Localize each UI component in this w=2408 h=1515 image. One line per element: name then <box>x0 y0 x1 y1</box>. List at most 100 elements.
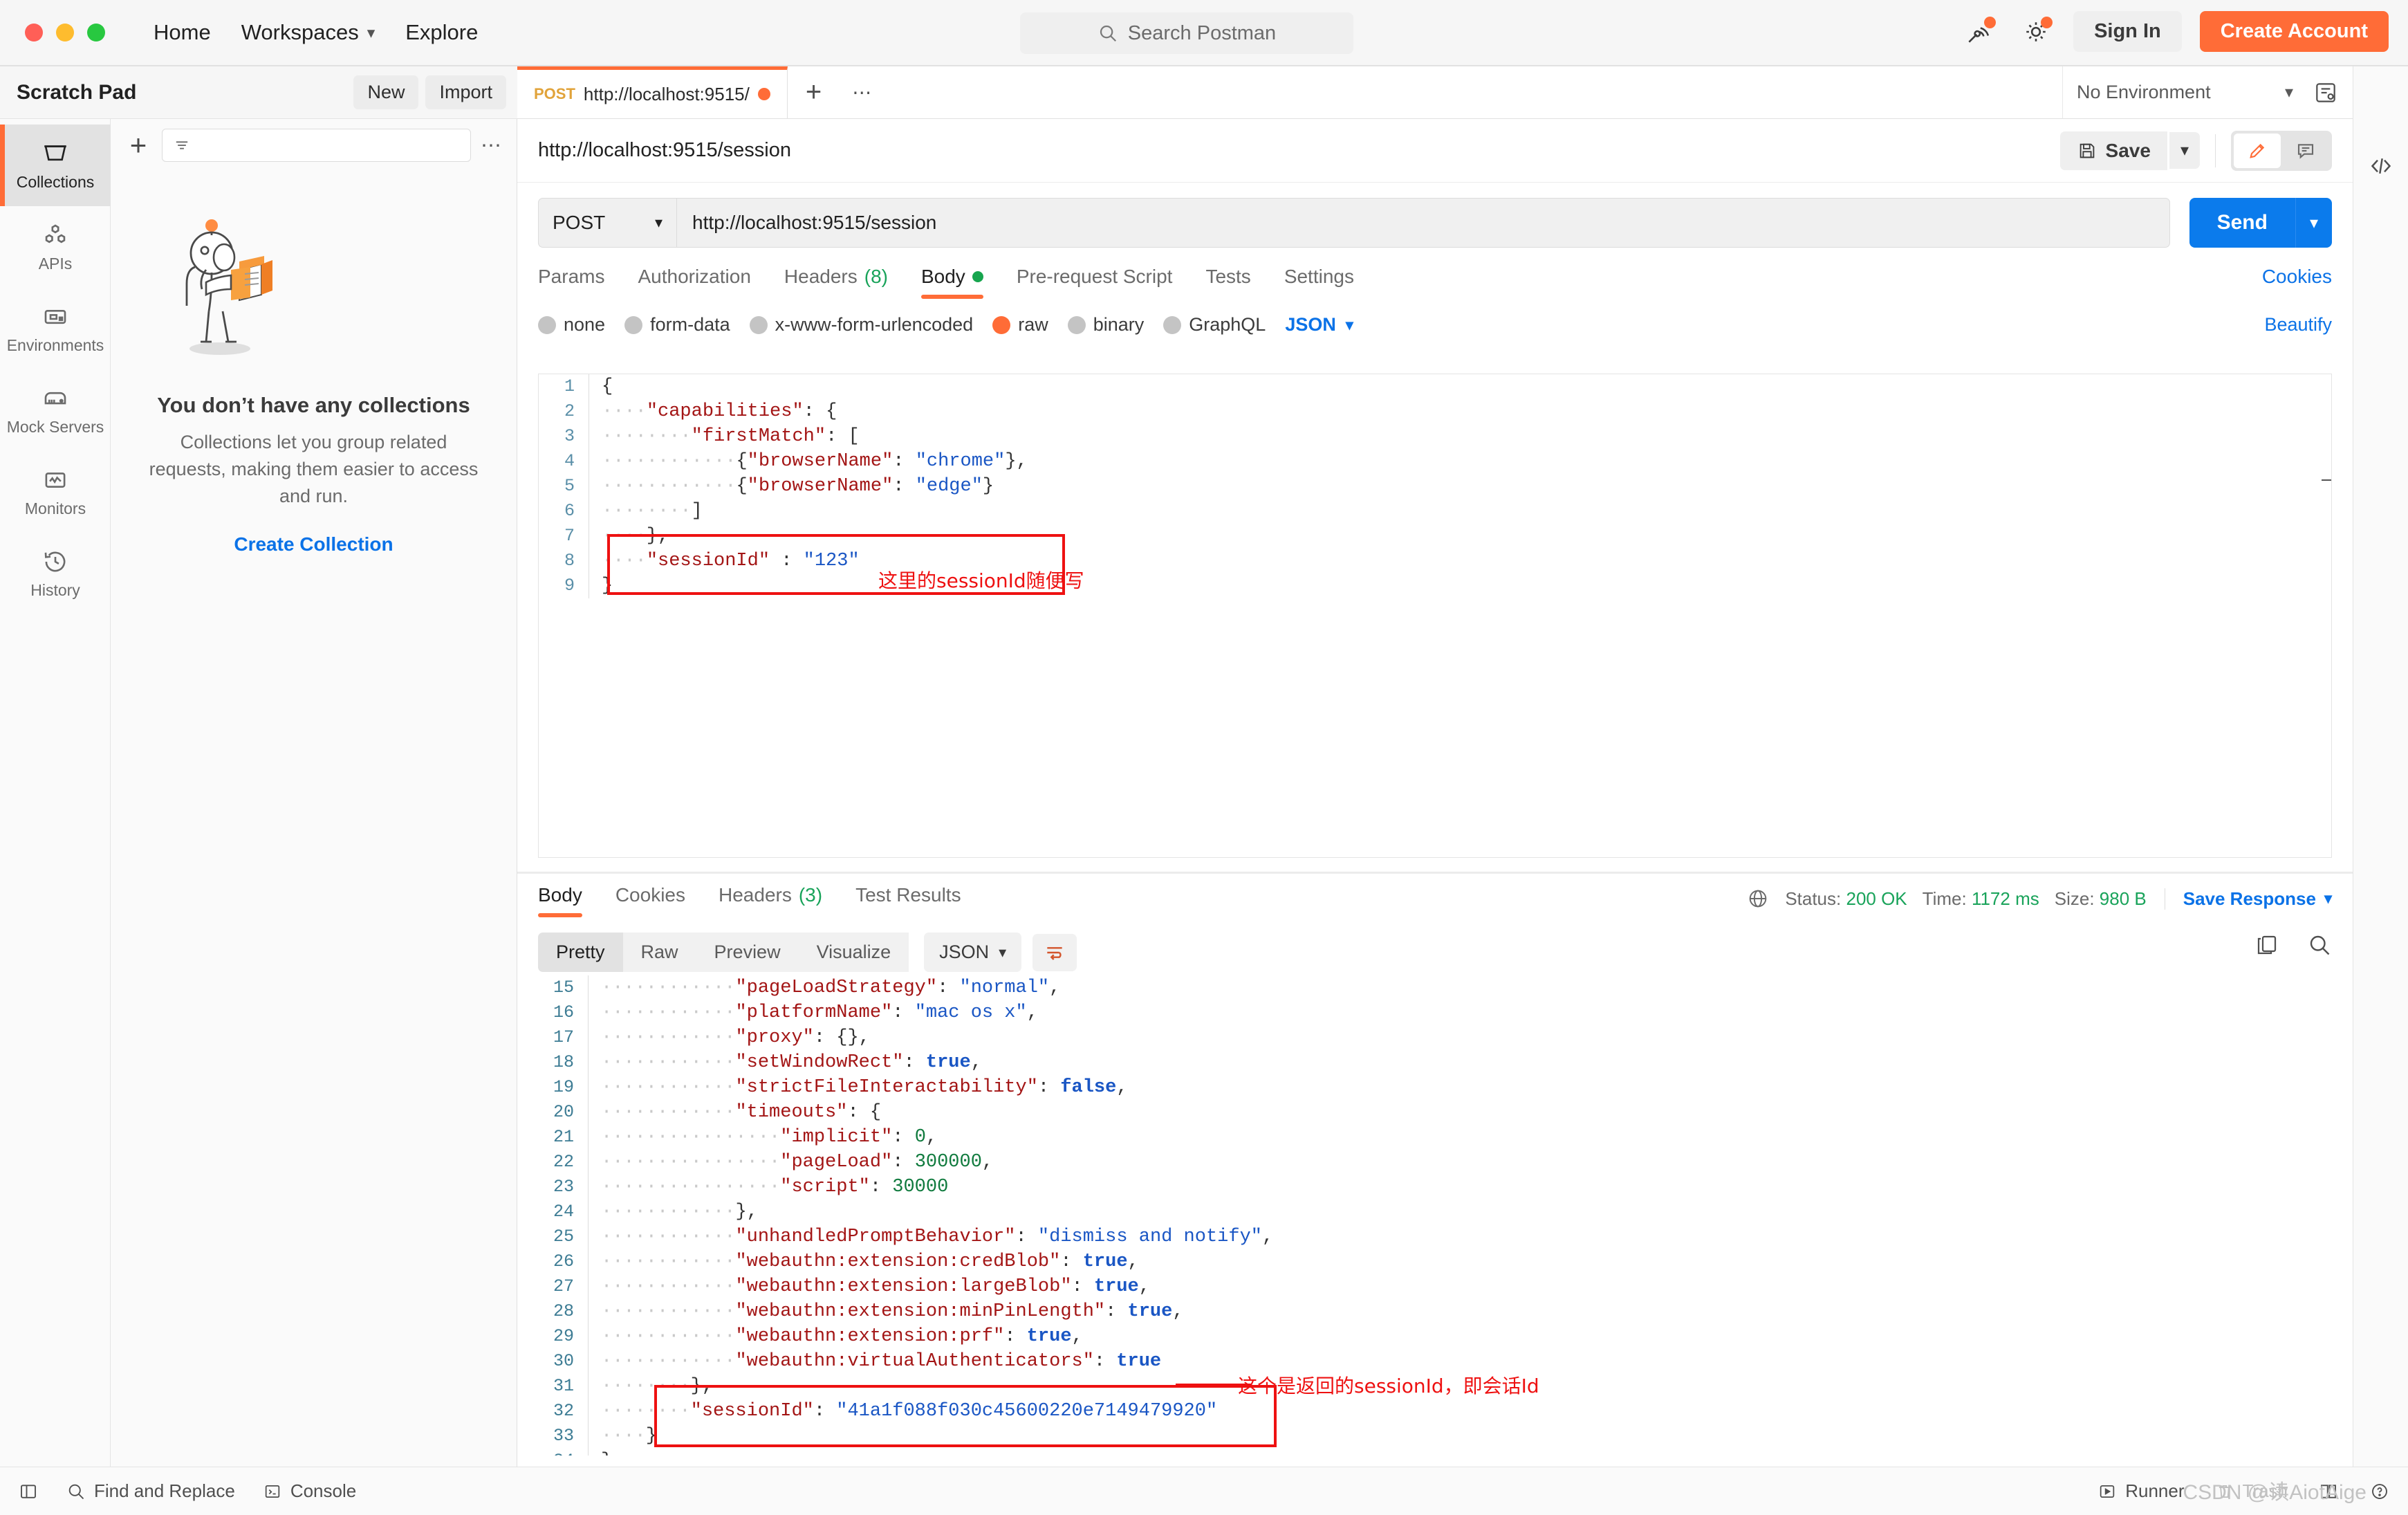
view-tab-pretty[interactable]: Pretty <box>538 933 623 972</box>
body-type-urlencoded[interactable]: x-www-form-urlencoded <box>749 314 973 336</box>
line-content: ····}, <box>589 524 2331 549</box>
create-account-button[interactable]: Create Account <box>2199 11 2389 52</box>
nav-workspaces[interactable]: Workspaces ▾ <box>226 20 391 45</box>
code-snippet-icon[interactable] <box>2367 152 2395 180</box>
view-tab-raw[interactable]: Raw <box>622 933 696 972</box>
request-body-editor[interactable]: 1{2 ····"capabilities": {3 ········"firstM… <box>538 374 2332 858</box>
environment-selector[interactable]: No Environment <box>2077 82 2278 103</box>
sidebar-toggle-button[interactable] <box>18 1481 39 1502</box>
response-tab-headers[interactable]: Headers (3) <box>702 884 839 917</box>
response-tab-test-results[interactable]: Test Results <box>839 884 978 917</box>
line-content: ····"capabilities": { <box>589 399 2331 424</box>
sidebar-item-collections[interactable]: Collections <box>0 125 111 206</box>
tab-authorization[interactable]: Authorization <box>621 266 767 299</box>
tab-settings[interactable]: Settings <box>1268 266 1371 299</box>
runner-button[interactable]: Runner <box>2097 1480 2185 1502</box>
send-button[interactable]: Send <box>2189 198 2295 248</box>
editor-scroll-indicator[interactable] <box>2322 479 2331 481</box>
tab-settings-label: Settings <box>1284 266 1354 287</box>
add-collection-button[interactable]: + <box>124 131 152 160</box>
tab-options-button[interactable]: ⋯ <box>840 66 886 118</box>
collections-more-button[interactable]: ⋯ <box>481 134 503 158</box>
gear-icon[interactable] <box>2017 12 2055 51</box>
response-tabs: Body Cookies Headers (3) Test Results <box>538 884 978 917</box>
sidebar-item-history[interactable]: History <box>0 533 111 614</box>
code-line: 3 ········"firstMatch": [ <box>539 424 2331 449</box>
time-label: Time: 1172 ms <box>1923 888 2039 910</box>
tab-params-label: Params <box>538 266 605 287</box>
tab-body[interactable]: Body <box>905 266 1000 299</box>
close-window-button[interactable] <box>25 24 43 42</box>
beautify-button[interactable]: Beautify <box>2264 314 2332 336</box>
new-tab-button[interactable]: + <box>787 66 840 118</box>
save-response-button[interactable]: Save Response ▾ <box>2164 888 2332 910</box>
filter-input[interactable] <box>162 129 471 162</box>
chevron-down-icon[interactable]: ▾ <box>2285 82 2293 102</box>
view-tab-preview[interactable]: Preview <box>696 933 799 972</box>
line-content: ············"proxy": {}, <box>588 1025 2332 1050</box>
find-and-replace-label: Find and Replace <box>94 1480 235 1501</box>
url-value: http://localhost:9515/session <box>692 212 937 233</box>
sidebar-item-monitors[interactable]: Monitors <box>0 451 111 533</box>
line-content: } <box>589 573 2331 598</box>
send-options-button[interactable]: ▾ <box>2295 198 2332 248</box>
body-type-row: none form-data x-www-form-urlencoded raw… <box>517 299 2353 336</box>
nav-home[interactable]: Home <box>138 20 226 45</box>
create-collection-link[interactable]: Create Collection <box>234 533 393 556</box>
trash-button[interactable]: Trash <box>2215 1480 2288 1502</box>
body-type-form-data[interactable]: form-data <box>624 314 730 336</box>
collections-icon <box>41 139 70 168</box>
edit-mode-button[interactable] <box>2234 133 2281 168</box>
line-content: ····} <box>588 1424 2332 1449</box>
history-icon <box>41 547 70 576</box>
nav-explore[interactable]: Explore <box>390 20 493 45</box>
request-body-code[interactable]: 1{2 ····"capabilities": {3 ········"firstM… <box>539 374 2331 598</box>
settings-badge <box>2041 16 2053 28</box>
view-tab-visualize[interactable]: Visualize <box>798 933 909 972</box>
body-type-binary[interactable]: binary <box>1067 314 1144 336</box>
layout-toggle-button[interactable] <box>2318 1481 2339 1502</box>
environment-quick-look-icon[interactable] <box>2313 80 2339 106</box>
search-input[interactable]: Search Postman <box>1020 12 1353 54</box>
save-options-button[interactable]: ▾ <box>2169 132 2200 169</box>
body-type-raw[interactable]: raw <box>992 314 1048 336</box>
line-number: 31 <box>553 1376 574 1396</box>
url-input[interactable]: http://localhost:9515/session <box>676 198 2170 248</box>
tab-tests[interactable]: Tests <box>1189 266 1267 299</box>
line-number: 23 <box>553 1177 574 1197</box>
response-tab-body[interactable]: Body <box>538 884 599 917</box>
minimize-window-button[interactable] <box>56 24 74 42</box>
satellite-icon[interactable] <box>1960 12 1999 51</box>
console-button[interactable]: Console <box>263 1480 356 1502</box>
sidebar-item-apis[interactable]: APIs <box>0 206 111 288</box>
new-button[interactable]: New <box>353 75 419 109</box>
request-tab[interactable]: POST http://localhost:9515/ <box>517 66 788 118</box>
sign-in-button[interactable]: Sign In <box>2073 11 2182 52</box>
body-format-select[interactable]: JSON ▾ <box>1285 314 1353 336</box>
copy-icon[interactable] <box>2254 933 2279 957</box>
tab-pre-request-script[interactable]: Pre-request Script <box>1000 266 1189 299</box>
body-type-graphql[interactable]: GraphQL <box>1163 314 1266 336</box>
line-content: } <box>588 1449 2332 1456</box>
import-button[interactable]: Import <box>425 75 506 109</box>
response-tab-cookies[interactable]: Cookies <box>599 884 702 917</box>
help-button[interactable] <box>2369 1481 2390 1502</box>
maximize-window-button[interactable] <box>87 24 105 42</box>
title-bar-actions: Sign In Create Account <box>1960 11 2389 52</box>
tab-headers[interactable]: Headers (8) <box>768 266 905 299</box>
comment-mode-button[interactable] <box>2282 134 2329 168</box>
sidebar-item-mock-servers[interactable]: Mock Servers <box>0 369 111 451</box>
cookies-link[interactable]: Cookies <box>2262 266 2332 299</box>
line-number: 4 <box>564 451 575 471</box>
save-button[interactable]: Save <box>2059 131 2167 170</box>
line-content: ············"webauthn:extension:largeBlo… <box>588 1274 2332 1299</box>
body-type-none[interactable]: none <box>538 314 605 336</box>
response-format-select[interactable]: JSON ▾ <box>924 933 1022 972</box>
code-line: 8 ····"sessionId" : "123" <box>539 549 2331 573</box>
search-response-icon[interactable] <box>2307 933 2332 957</box>
http-method-select[interactable]: POST ▾ <box>538 198 676 248</box>
find-and-replace-button[interactable]: Find and Replace <box>66 1480 235 1502</box>
tab-params[interactable]: Params <box>538 266 621 299</box>
sidebar-item-environments[interactable]: Environments <box>0 288 111 369</box>
wrap-lines-button[interactable] <box>1032 933 1077 971</box>
